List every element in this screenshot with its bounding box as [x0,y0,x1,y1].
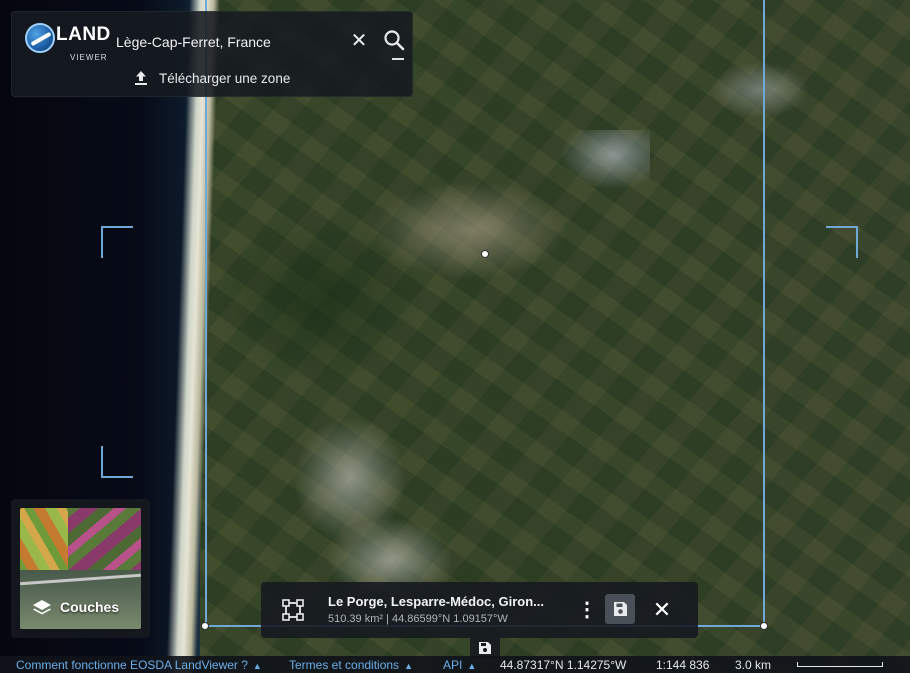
api-link[interactable]: API ▲ [443,658,476,672]
search-input[interactable] [116,32,336,52]
aoi-corner-handle-bottom-left[interactable] [201,622,209,630]
layers-button[interactable]: Couches [11,499,150,638]
more-vertical-icon[interactable]: ⋮ [577,598,597,622]
polygon-select-icon[interactable] [280,597,306,623]
viewfinder-bracket-top-right [826,226,858,258]
viewfinder-bracket-bottom-left [101,446,133,478]
chevron-up-icon: ▲ [404,660,413,671]
status-bar: Comment fonctionne EOSDA LandViewer ? ▲ T… [0,656,910,673]
how-it-works-link[interactable]: Comment fonctionne EOSDA LandViewer ? ▲ [16,658,262,672]
aoi-area-coordinates: 510.39 km² | 44.86599°N 1.09157°W [328,613,508,625]
search-underline [392,58,404,60]
search-panel: LAND VIEWER ✕ Télécharger une zone [11,11,413,97]
landviewer-logo[interactable]: LAND VIEWER [25,23,110,63]
aoi-corner-handle-bottom-right[interactable] [760,622,768,630]
save-icon [479,642,491,654]
globe-icon [25,23,55,53]
cursor-coordinates: 44.87317°N 1.14275°W [500,657,627,672]
upload-icon [135,71,147,85]
layers-label: Couches [60,599,120,615]
upload-zone-button[interactable]: Télécharger une zone [132,68,290,88]
upload-zone-label: Télécharger une zone [159,70,291,86]
scale-ratio: 1:144 836 [656,657,710,672]
how-it-works-label: Comment fonctionne EOSDA LandViewer ? [16,657,248,672]
location-marker[interactable] [481,250,489,258]
scale-distance: 3.0 km [735,657,772,672]
logo-land-text: LAND [56,24,111,45]
save-button[interactable] [605,594,635,624]
clear-search-icon[interactable]: ✕ [348,30,370,52]
aoi-info-bar: Le Porge, Lesparre-Médoc, Giron... 510.3… [261,582,698,638]
logo-viewer-text: VIEWER [70,53,108,62]
save-tab-button[interactable] [470,638,500,658]
search-icon[interactable] [382,28,406,54]
layers-icon [33,600,51,615]
scale-bar [797,662,883,667]
close-icon[interactable]: ✕ [649,597,675,623]
chevron-up-icon: ▲ [252,660,262,671]
chevron-up-icon: ▲ [467,660,477,671]
save-icon [614,602,627,616]
aoi-title: Le Porge, Lesparre-Médoc, Giron... [328,594,544,609]
terms-label: Termes et conditions [289,657,400,672]
viewfinder-bracket-top-left [101,226,133,258]
terms-link[interactable]: Termes et conditions ▲ [289,658,413,672]
api-label: API [443,657,463,672]
